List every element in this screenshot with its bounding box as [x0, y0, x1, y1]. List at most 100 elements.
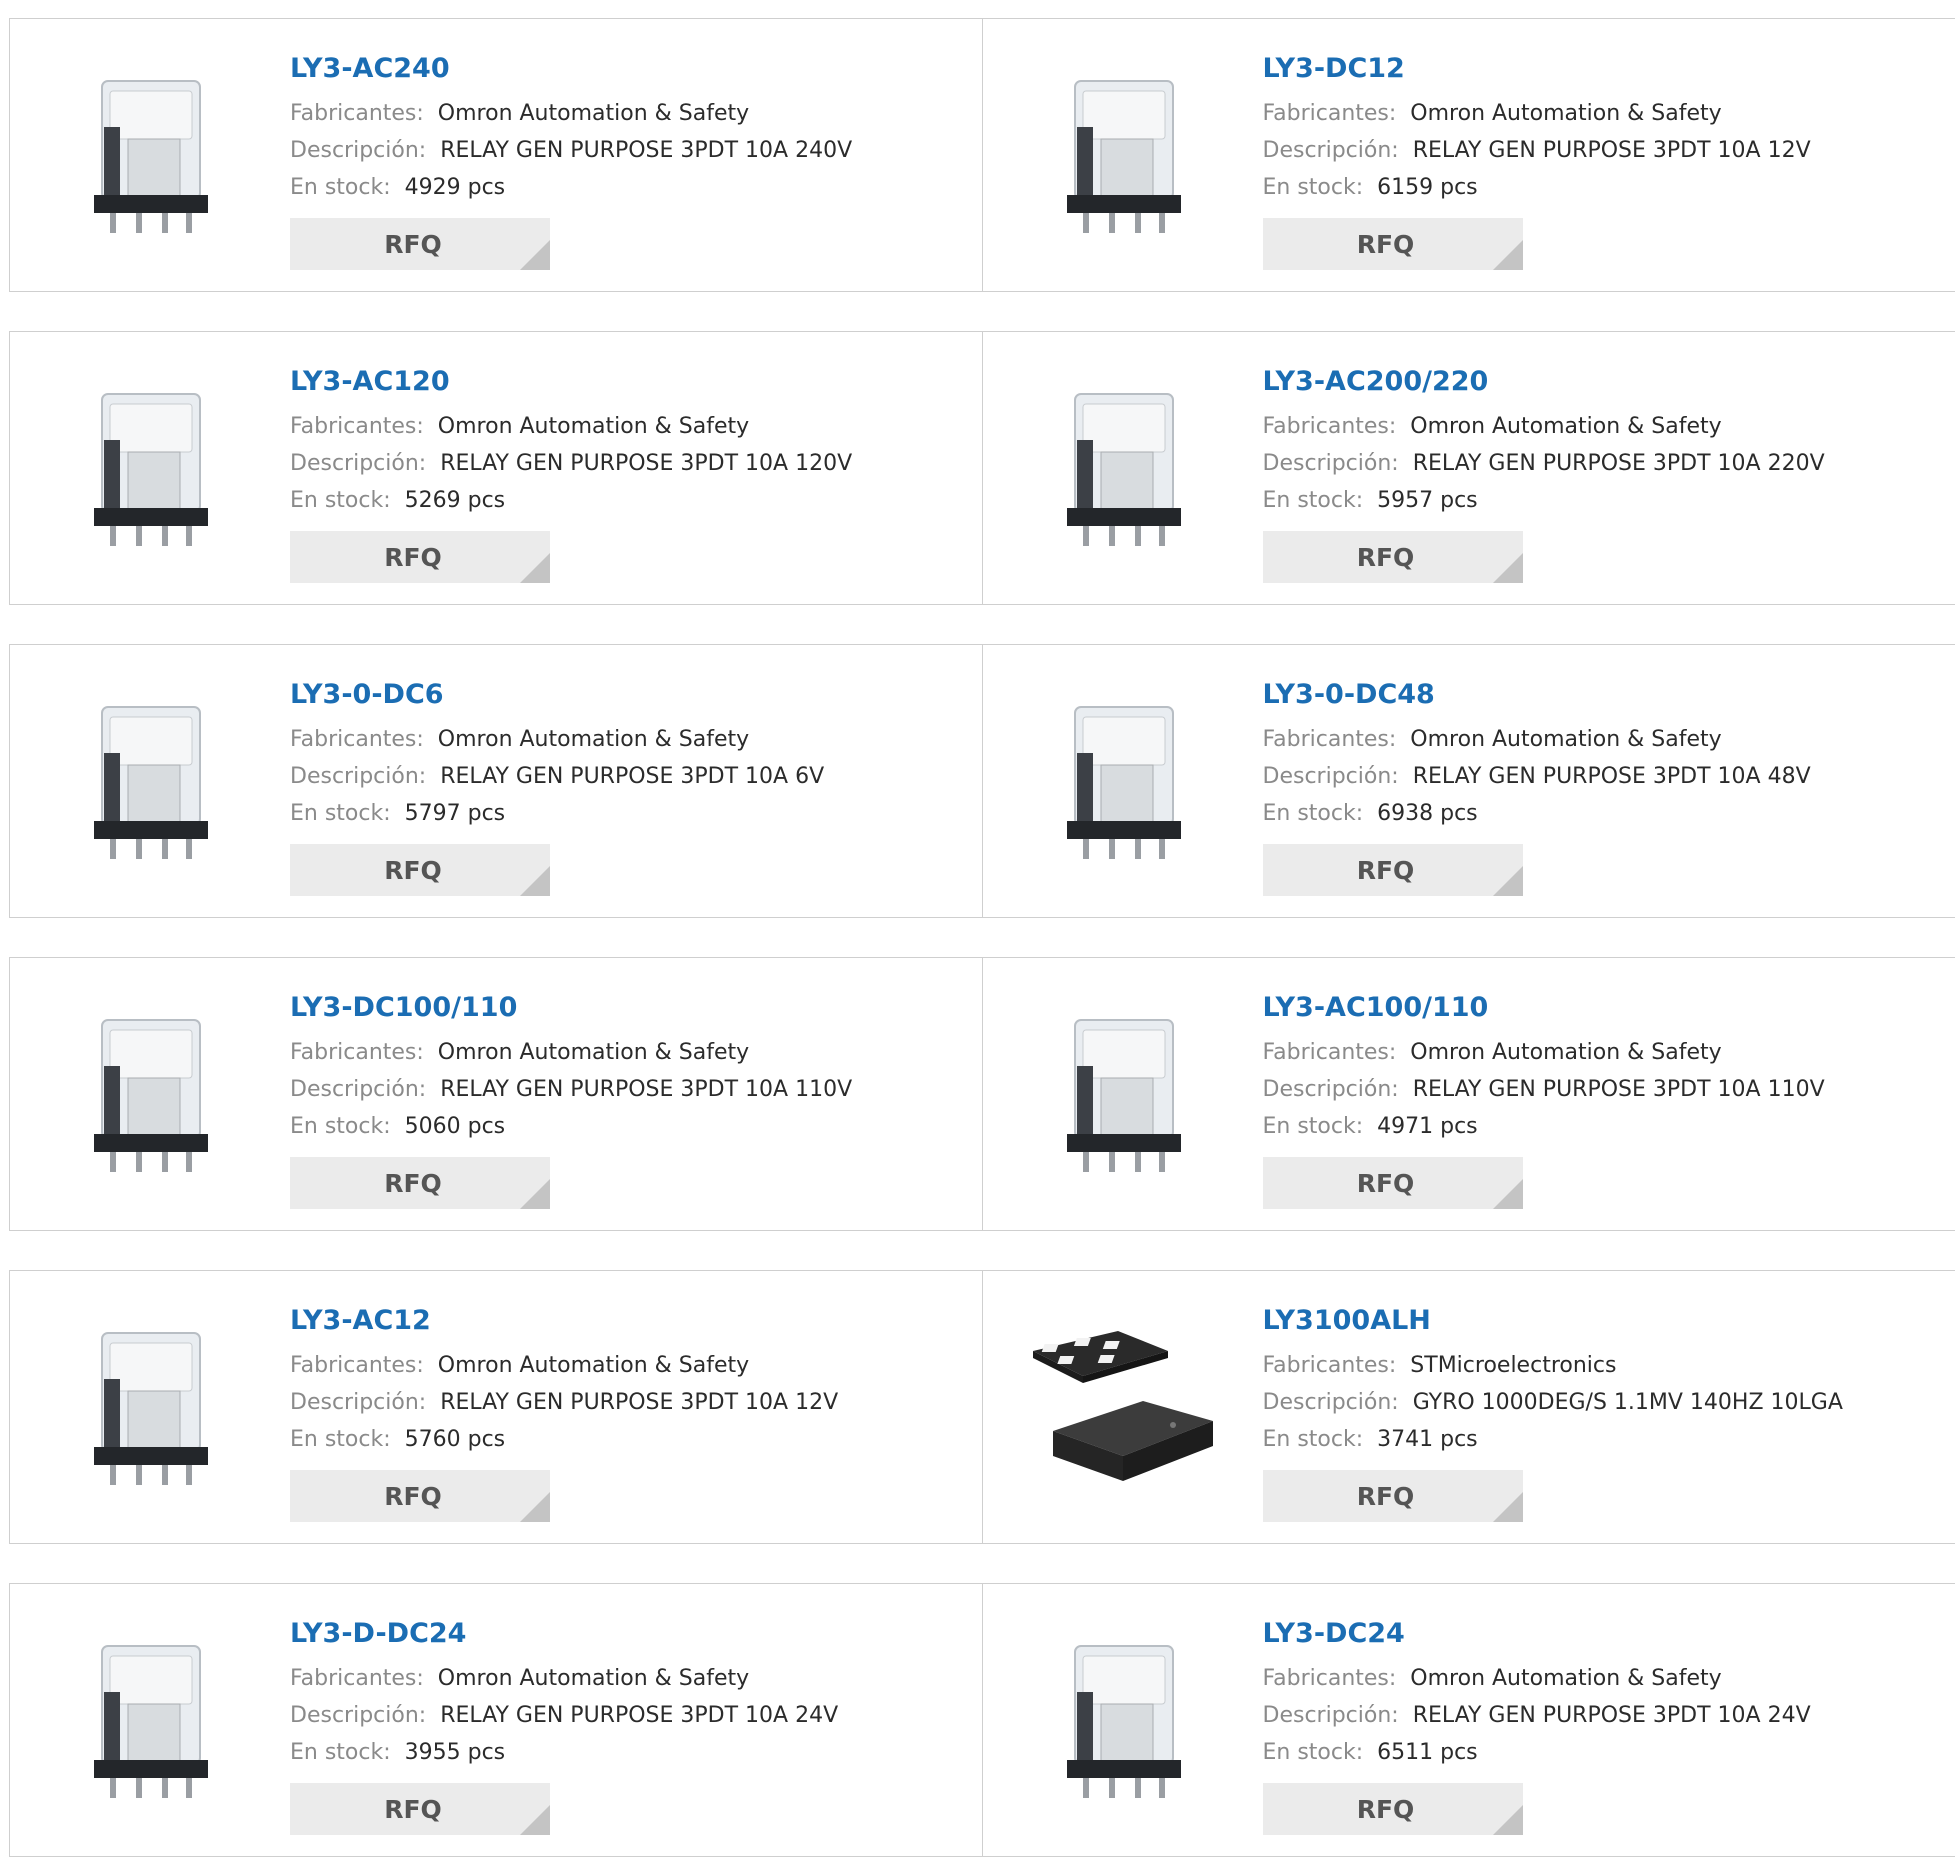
product-part-link[interactable]: LY3-D-DC24 [290, 1614, 838, 1654]
product-row: LY3-AC240Fabricantes:Omron Automation & … [9, 18, 1955, 292]
manufacturer-line-label: Fabricantes: [1263, 1666, 1397, 1691]
product-image[interactable] [1023, 374, 1223, 564]
stock-line: En stock:5269 pcs [290, 482, 852, 519]
product-card: LY3-AC12 Fabricantes: Omron Automation & S… [10, 1271, 983, 1543]
product-info: LY3-AC100/110 Fabricantes:Omron Automatio… [1263, 988, 1825, 1209]
rfq-button[interactable]: RFQ [1263, 1783, 1523, 1835]
product-image[interactable] [50, 61, 250, 251]
description-line-label: Descripción: [1263, 1703, 1399, 1728]
stock-line-label: En stock: [290, 801, 391, 826]
manufacturer-line-value: Omron Automation & Safety [1410, 101, 1721, 126]
stock-line: En stock:4929 pcs [290, 169, 852, 206]
stock-line-label: En stock: [290, 1740, 391, 1765]
rfq-button-label: RFQ [384, 1482, 442, 1511]
manufacturer-line: Fabricantes:Omron Automation & Safety [290, 721, 824, 758]
description-line-value: RELAY GEN PURPOSE 3PDT 10A 120V [440, 451, 852, 476]
product-info: LY3-AC120Fabricantes:Omron Automation & … [290, 362, 852, 583]
stock-line-value: 5760 pcs [405, 1427, 506, 1452]
product-image[interactable] [1023, 1000, 1223, 1190]
description-line-value: RELAY GEN PURPOSE 3PDT 10A 110V [1413, 1077, 1825, 1102]
product-info: LY3-0-DC6 Fabricantes:Omron Automation & … [290, 675, 824, 896]
product-part-link[interactable]: LY3-AC240 [290, 49, 852, 89]
description-line: Descripción:RELAY GEN PURPOSE 3PDT 10A 1… [290, 445, 852, 482]
stock-line: En stock:3741 pcs [1263, 1421, 1843, 1458]
manufacturer-line-value: Omron Automation & Safety [1410, 1666, 1721, 1691]
product-image[interactable] [50, 1313, 250, 1503]
product-part-link[interactable]: LY3-DC12 [1263, 49, 1811, 89]
product-card: LY3-AC120Fabricantes:Omron Automation & … [10, 332, 983, 604]
product-part-link[interactable]: LY3-0-DC6 [290, 675, 824, 715]
product-part-link[interactable]: LY3-AC200/220 [1263, 362, 1825, 402]
rfq-button-label: RFQ [1357, 230, 1415, 259]
stock-line-label: En stock: [1263, 175, 1364, 200]
manufacturer-line-label: Fabricantes: [1263, 1040, 1397, 1065]
rfq-button[interactable]: RFQ [290, 218, 550, 270]
manufacturer-line-label: Fabricantes: [290, 1353, 424, 1378]
description-line: Descripción:RELAY GEN PURPOSE 3PDT 10A 1… [290, 1384, 838, 1421]
product-part-link[interactable]: LY3-DC24 [1263, 1614, 1811, 1654]
description-line: Descripción:RELAY GEN PURPOSE 3PDT 10A 6… [290, 758, 824, 795]
product-info: LY3-D-DC24 Fabricantes:Omron Automation &… [290, 1614, 838, 1835]
rfq-button[interactable]: RFQ [290, 1783, 550, 1835]
relay-icon [1053, 69, 1193, 243]
rfq-button[interactable]: RFQ [290, 844, 550, 896]
product-row: LY3-AC120Fabricantes:Omron Automation & … [9, 331, 1955, 605]
description-line: Descripción:RELAY GEN PURPOSE 3PDT 10A 2… [1263, 1697, 1811, 1734]
product-part-link[interactable]: LY3-AC12 [290, 1301, 838, 1341]
corner-triangle-icon [1493, 1179, 1523, 1209]
product-image[interactable] [50, 1000, 250, 1190]
description-line-label: Descripción: [1263, 764, 1399, 789]
product-part-link[interactable]: LY3-0-DC48 [1263, 675, 1811, 715]
description-line-label: Descripción: [1263, 1077, 1399, 1102]
rfq-button[interactable]: RFQ [290, 531, 550, 583]
manufacturer-line-value: Omron Automation & Safety [438, 727, 749, 752]
relay-icon [80, 695, 220, 869]
corner-triangle-icon [1493, 240, 1523, 270]
product-image[interactable] [1023, 61, 1223, 251]
rfq-button-label: RFQ [1357, 1482, 1415, 1511]
product-part-link[interactable]: LY3-DC100/110 [290, 988, 852, 1028]
product-image[interactable] [50, 1626, 250, 1816]
manufacturer-line: Fabricantes:STMicroelectronics [1263, 1347, 1843, 1384]
rfq-button[interactable]: RFQ [1263, 218, 1523, 270]
manufacturer-line-value: Omron Automation & Safety [438, 1353, 749, 1378]
stock-line: En stock:5957 pcs [1263, 482, 1825, 519]
description-line: Descripción:RELAY GEN PURPOSE 3PDT 10A 1… [290, 1071, 852, 1108]
stock-line: En stock:5060 pcs [290, 1108, 852, 1145]
description-line-label: Descripción: [1263, 451, 1399, 476]
product-part-link[interactable]: LY3100ALH [1263, 1301, 1843, 1341]
description-line: Descripción:RELAY GEN PURPOSE 3PDT 10A 2… [290, 132, 852, 169]
rfq-button[interactable]: RFQ [290, 1470, 550, 1522]
product-info: LY3-AC200/220Fabricantes:Omron Automatio… [1263, 362, 1825, 583]
stock-line-value: 6159 pcs [1377, 175, 1478, 200]
relay-icon [1053, 695, 1193, 869]
corner-triangle-icon [1493, 1805, 1523, 1835]
manufacturer-line: Fabricantes:Omron Automation & Safety [1263, 721, 1811, 758]
stock-line: En stock:6938 pcs [1263, 795, 1811, 832]
manufacturer-line: Fabricantes:Omron Automation & Safety [1263, 1034, 1825, 1071]
stock-line-value: 6938 pcs [1377, 801, 1478, 826]
product-card: LY3-DC100/110Fabricantes:Omron Automatio… [10, 958, 983, 1230]
rfq-button[interactable]: RFQ [1263, 844, 1523, 896]
product-card: LY3-D-DC24 Fabricantes:Omron Automation &… [10, 1584, 983, 1856]
product-image[interactable] [1023, 1313, 1223, 1503]
rfq-button[interactable]: RFQ [1263, 1470, 1523, 1522]
product-card: LY3-AC100/110 Fabricantes:Omron Automatio… [983, 958, 1955, 1230]
manufacturer-line: Fabricantes:Omron Automation & Safety [290, 1660, 838, 1697]
product-image[interactable] [50, 687, 250, 877]
stock-line-value: 4971 pcs [1377, 1114, 1478, 1139]
product-card: LY3-DC12Fabricantes:Omron Automation & S… [983, 19, 1955, 291]
rfq-button[interactable]: RFQ [1263, 1157, 1523, 1209]
relay-icon [80, 69, 220, 243]
product-image[interactable] [1023, 1626, 1223, 1816]
stock-line-label: En stock: [1263, 1114, 1364, 1139]
product-part-link[interactable]: LY3-AC120 [290, 362, 852, 402]
product-image[interactable] [50, 374, 250, 564]
rfq-button[interactable]: RFQ [290, 1157, 550, 1209]
product-part-link[interactable]: LY3-AC100/110 [1263, 988, 1825, 1028]
lga-chip-icon [1023, 1321, 1223, 1495]
description-line-value: RELAY GEN PURPOSE 3PDT 10A 110V [440, 1077, 852, 1102]
rfq-button[interactable]: RFQ [1263, 531, 1523, 583]
product-info: LY3-0-DC48 Fabricantes:Omron Automation &… [1263, 675, 1811, 896]
product-image[interactable] [1023, 687, 1223, 877]
